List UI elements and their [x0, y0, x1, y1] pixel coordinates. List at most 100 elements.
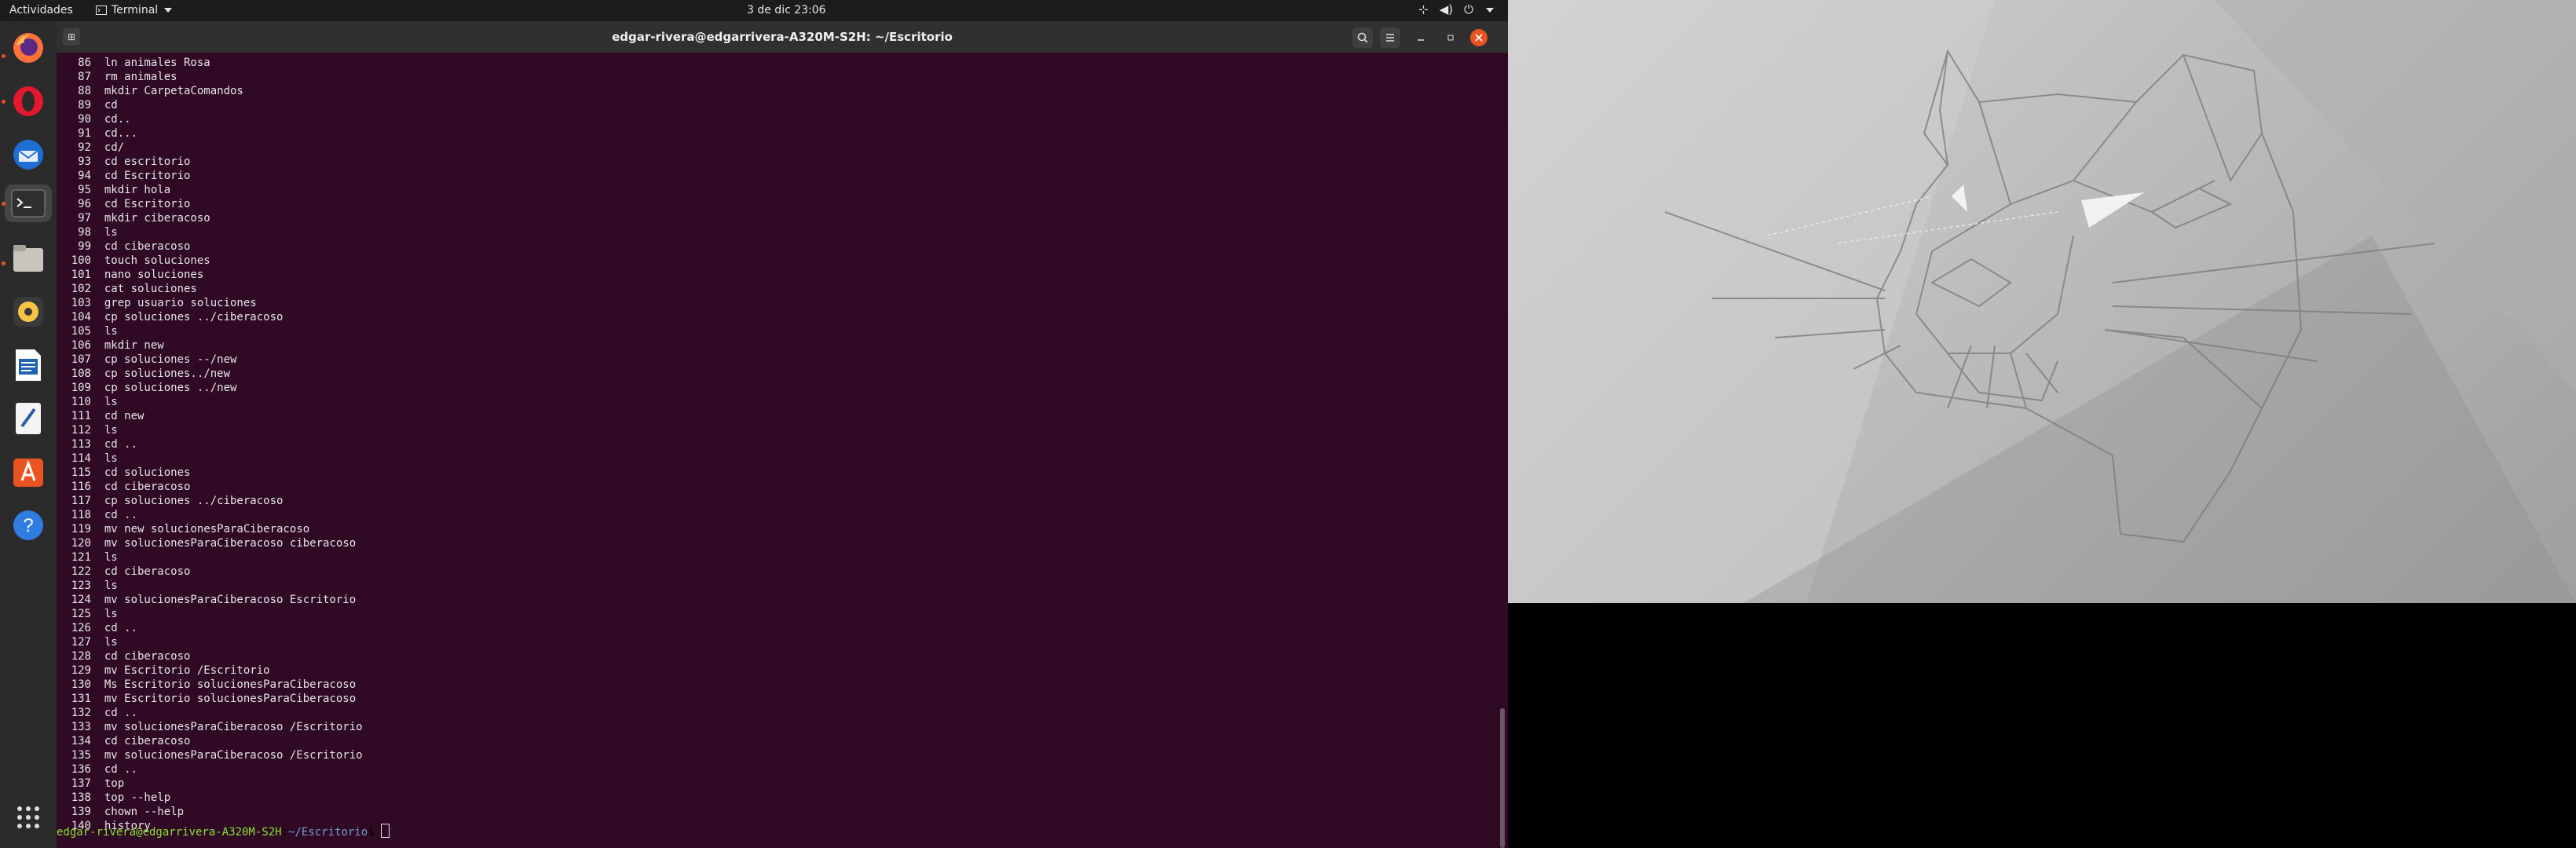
thunderbird-icon[interactable] [9, 136, 47, 174]
help-icon[interactable]: ? [9, 506, 47, 544]
history-line: 123 ls [57, 579, 118, 593]
history-line-number: 137 [71, 777, 91, 790]
history-command: mkdir CarpetaComandos [104, 85, 243, 97]
history-line-number: 104 [71, 311, 91, 323]
history-line: 135 mv solucionesParaCiberacoso /Escrito… [57, 748, 363, 762]
scrollbar[interactable] [1500, 708, 1505, 848]
history-line: 98 ls [57, 225, 118, 239]
history-command: cd.. [104, 113, 131, 126]
terminal-small-icon [96, 5, 107, 15]
history-command: ls [104, 551, 118, 564]
history-command: cd... [104, 127, 138, 140]
system-menu[interactable]: ⊹ ◀) ⏻ [1418, 2, 1494, 16]
history-command: cd new [104, 410, 145, 422]
history-command: ln animales Rosa [104, 57, 210, 69]
history-line: 139 chown --help [57, 805, 184, 819]
chevron-down-icon [164, 8, 173, 13]
minimize-button[interactable] [1411, 27, 1431, 48]
history-line-number: 102 [71, 283, 91, 295]
history-line: 110 ls [57, 395, 118, 409]
window-title: edgar-rivera@edgarrivera-A320M-S2H: ~/Es… [612, 30, 953, 44]
search-icon [1357, 32, 1368, 43]
history-line-number: 118 [71, 509, 91, 521]
history-line-number: 106 [71, 339, 91, 352]
history-line-number: 138 [71, 791, 91, 804]
history-line: 119 mv new solucionesParaCiberacoso [57, 522, 309, 536]
history-line: 92 cd/ [57, 141, 124, 155]
history-line-number: 130 [71, 678, 91, 691]
activities-button[interactable]: Actividades [9, 4, 73, 16]
history-command: ls [104, 226, 118, 239]
history-line-number: 133 [71, 721, 91, 733]
history-line-number: 88 [78, 85, 91, 97]
history-line: 96 cd Escritorio [57, 197, 190, 211]
history-line-number: 98 [78, 226, 91, 239]
history-line: 113 cd .. [57, 437, 137, 451]
terminal-headerbar[interactable]: ⊞ edgar-rivera@edgarrivera-A320M-S2H: ~/… [57, 21, 1508, 53]
history-command: cd .. [104, 763, 138, 776]
writer-icon[interactable] [9, 346, 47, 384]
history-line-number: 116 [71, 481, 91, 493]
close-button[interactable] [1470, 29, 1487, 46]
history-command: cp soluciones../new [104, 367, 231, 380]
history-line: 101 nano soluciones [57, 268, 204, 282]
history-command: cd .. [104, 438, 138, 451]
text-cursor [381, 824, 390, 838]
history-line-number: 129 [71, 664, 91, 677]
svg-text:?: ? [23, 515, 33, 536]
history-command: rm animales [104, 71, 177, 83]
files-icon[interactable] [9, 239, 47, 277]
history-command: mv new solucionesParaCiberacoso [104, 523, 310, 535]
history-command: cd .. [104, 622, 138, 634]
history-line: 115 cd soluciones [57, 466, 191, 480]
terminal-output[interactable]: 86 ln animales Rosa 87 rm animales 88 mkdi… [57, 53, 1486, 848]
history-line-number: 122 [71, 565, 91, 578]
volume-icon: ◀) [1439, 2, 1454, 16]
history-line-number: 89 [78, 99, 91, 111]
history-command: chown --help [104, 806, 185, 818]
history-command: cd .. [104, 509, 138, 521]
terminal-window[interactable]: ⊞ edgar-rivera@edgarrivera-A320M-S2H: ~/… [57, 21, 1508, 848]
history-line: 107 cp soluciones --/new [57, 353, 237, 367]
history-line: 86 ln animales Rosa [57, 56, 210, 70]
search-button[interactable] [1352, 27, 1373, 48]
terminal-prompt[interactable]: edgar-rivera@edgarrivera-A320M-S2H:~/Esc… [57, 824, 390, 839]
history-command: mkdir ciberacoso [104, 212, 210, 225]
history-line-number: 117 [71, 495, 91, 507]
history-command: mkdir hola [104, 184, 171, 196]
terminal-icon[interactable] [5, 185, 52, 222]
history-line: 90 cd.. [57, 112, 131, 126]
firefox-icon[interactable] [9, 29, 47, 67]
history-command: cd [104, 99, 118, 111]
history-command: cd .. [104, 707, 138, 719]
history-command: ls [104, 452, 118, 465]
clock[interactable]: 3 de dic 23:06 [747, 4, 826, 16]
history-line-number: 103 [71, 297, 91, 309]
maximize-button[interactable] [1440, 27, 1461, 48]
history-command: ls [104, 608, 118, 620]
history-command: cd ciberacoso [104, 735, 191, 747]
app-menu-label: Terminal [112, 4, 159, 16]
history-line: 126 cd .. [57, 621, 137, 635]
history-line: 118 cd .. [57, 508, 137, 522]
history-line-number: 139 [71, 806, 91, 818]
app-menu[interactable]: Terminal [96, 4, 173, 16]
history-line-number: 127 [71, 636, 91, 649]
minimize-icon [1418, 39, 1424, 41]
software-icon[interactable] [9, 453, 47, 491]
opera-icon[interactable] [9, 82, 47, 120]
text-editor-icon[interactable] [9, 400, 47, 437]
puma-wallpaper-graphic [1508, 0, 2576, 603]
history-command: ls [104, 396, 118, 408]
history-line: 91 cd... [57, 126, 137, 141]
history-line: 121 ls [57, 550, 118, 565]
rhythmbox-icon[interactable] [9, 293, 47, 331]
history-command: top [104, 777, 125, 790]
menu-button[interactable] [1380, 27, 1400, 48]
history-command: ls [104, 325, 118, 338]
history-command: cp soluciones ../new [104, 382, 237, 394]
apps-grid-icon[interactable] [9, 799, 47, 836]
restore-icon [1447, 35, 1454, 41]
history-line: 138 top --help [57, 791, 170, 805]
history-command: touch soluciones [104, 254, 210, 267]
